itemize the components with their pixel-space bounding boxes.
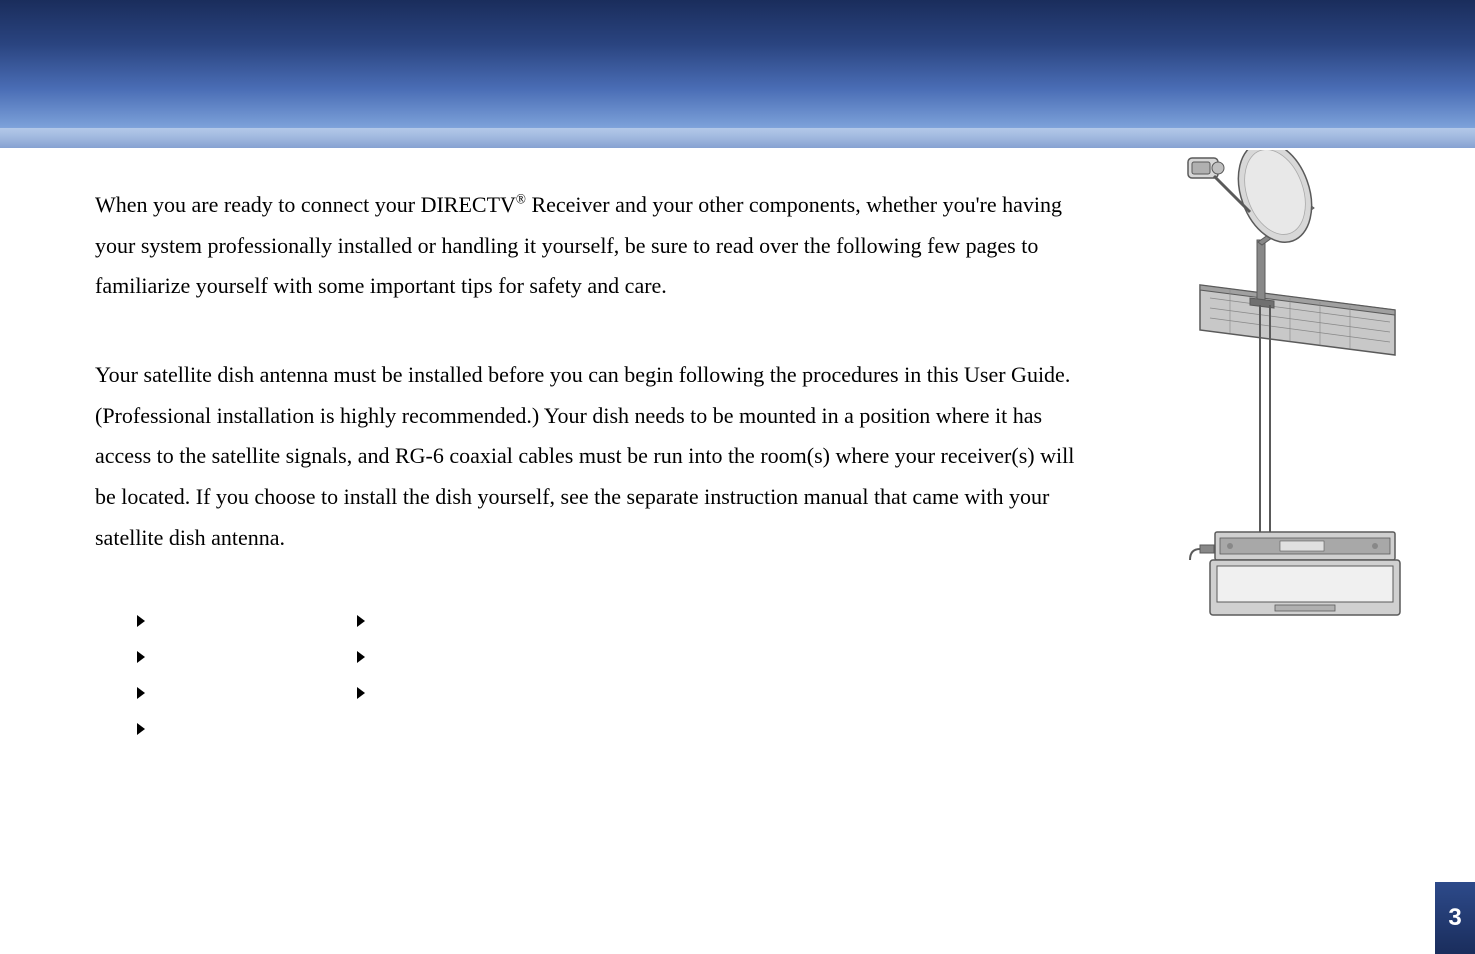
page-number: 3 bbox=[1435, 882, 1475, 954]
bullet-list bbox=[95, 607, 1075, 743]
intro-paragraph-2: Your satellite dish antenna must be inst… bbox=[95, 355, 1075, 558]
bullet-item bbox=[357, 643, 377, 671]
bullet-item bbox=[137, 715, 157, 743]
bullet-triangle-icon bbox=[137, 687, 145, 699]
bullet-triangle-icon bbox=[357, 687, 365, 699]
bullet-item bbox=[357, 607, 377, 635]
main-content: When you are ready to connect your DIREC… bbox=[95, 185, 1075, 743]
satellite-illustration bbox=[1150, 150, 1410, 620]
bullet-col-2 bbox=[357, 607, 377, 743]
bullet-triangle-icon bbox=[357, 615, 365, 627]
bullet-item bbox=[137, 679, 157, 707]
header-stripe bbox=[0, 128, 1475, 148]
bullet-item bbox=[137, 607, 157, 635]
dish-receiver-icon bbox=[1150, 150, 1410, 620]
page-number-value: 3 bbox=[1448, 904, 1461, 932]
bullet-triangle-icon bbox=[357, 651, 365, 663]
bullet-triangle-icon bbox=[137, 723, 145, 735]
bullet-triangle-icon bbox=[137, 651, 145, 663]
bullet-triangle-icon bbox=[137, 615, 145, 627]
registered-mark: ® bbox=[516, 192, 526, 207]
header-band bbox=[0, 0, 1475, 148]
para1-text-before: When you are ready to connect your DIREC… bbox=[95, 192, 516, 217]
bullet-item bbox=[357, 679, 377, 707]
bullet-item bbox=[137, 643, 157, 671]
bullet-col-1 bbox=[137, 607, 157, 743]
intro-paragraph-1: When you are ready to connect your DIREC… bbox=[95, 185, 1075, 307]
